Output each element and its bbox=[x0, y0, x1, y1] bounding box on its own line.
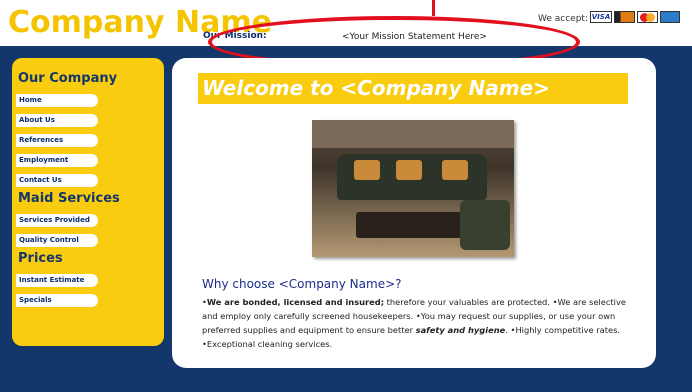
sidebar: Our Company Home About Us References Emp… bbox=[12, 58, 164, 346]
bullet-1-bold: We are bonded, licensed and insured; bbox=[206, 297, 385, 307]
nav-contact-us[interactable]: Contact Us bbox=[16, 174, 98, 187]
bullet-3-emphasis: safety and hygiene bbox=[415, 325, 506, 335]
section-title-our-company: Our Company bbox=[18, 71, 118, 86]
main-content: Welcome to <Company Name> Why choose <Co… bbox=[172, 58, 656, 368]
visa-card-icon: VISA bbox=[590, 11, 612, 23]
bullet-4: Highly competitive rates. bbox=[515, 325, 621, 335]
bullet-1-rest: therefore your valuables are protected. bbox=[384, 297, 550, 307]
living-room-photo bbox=[312, 120, 514, 257]
nav-employment[interactable]: Employment bbox=[16, 154, 98, 167]
photo-cushion bbox=[354, 160, 380, 180]
section-title-prices: Prices bbox=[18, 251, 63, 266]
welcome-heading: Welcome to <Company Name> bbox=[202, 76, 550, 100]
photo-armchair bbox=[460, 200, 510, 250]
why-choose-heading: Why choose <Company Name>? bbox=[202, 277, 402, 291]
photo-wall bbox=[312, 120, 514, 148]
nav-services-provided[interactable]: Services Provided bbox=[16, 214, 98, 227]
discover-card-icon bbox=[614, 11, 635, 23]
nav-about-us[interactable]: About Us bbox=[16, 114, 98, 127]
nav-quality-control[interactable]: Quality Control bbox=[16, 234, 98, 247]
mastercard-icon bbox=[637, 11, 658, 23]
accept-label: We accept: bbox=[538, 14, 588, 24]
annotation-line bbox=[432, 0, 435, 16]
photo-cushion bbox=[442, 160, 468, 180]
welcome-banner: Welcome to <Company Name> bbox=[198, 73, 628, 104]
features-paragraph: •We are bonded, licensed and insured; th… bbox=[202, 297, 626, 349]
amex-card-icon bbox=[660, 11, 680, 23]
bullet-3-end: . bbox=[505, 325, 508, 335]
nav-instant-estimate[interactable]: Instant Estimate bbox=[16, 274, 98, 287]
nav-home[interactable]: Home bbox=[16, 94, 98, 107]
photo-coffee-table bbox=[356, 212, 466, 238]
section-title-maid-services: Maid Services bbox=[18, 191, 120, 206]
nav-references[interactable]: References bbox=[16, 134, 98, 147]
nav-specials[interactable]: Specials bbox=[16, 294, 98, 307]
photo-cushion bbox=[396, 160, 422, 180]
bullet-5: Exceptional cleaning services. bbox=[206, 339, 333, 349]
